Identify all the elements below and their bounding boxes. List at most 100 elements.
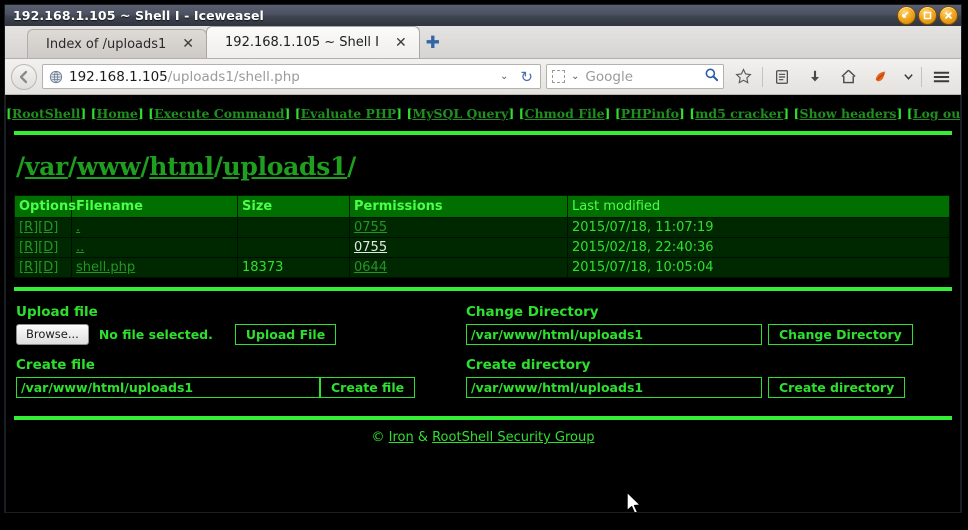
window-controls — [897, 6, 958, 25]
nav-link-execute-command[interactable]: Execute Command — [154, 106, 284, 121]
permissions-link[interactable]: 0755 — [354, 220, 387, 235]
nav-link-rootshell[interactable]: RootShell — [12, 106, 80, 121]
cell-options: [R][D] — [14, 237, 72, 258]
cell-last-modified: 2015/07/18, 10:05:04 — [567, 257, 950, 278]
navigation-toolbar: 192.168.1.105/uploads1/shell.php ⌄ ↻ ⌄ G… — [5, 59, 961, 95]
col-header-filename[interactable]: Filename — [71, 195, 238, 218]
file-list-body: [R][D]. 0755 2015/07/18, 11:07:19 [R][D].. 0… — [14, 217, 950, 278]
hamburger-menu-icon[interactable] — [927, 63, 955, 91]
bracket-close: ] — [284, 106, 291, 121]
bracket-close: ] — [604, 106, 611, 121]
nav-link-show-headers[interactable]: Show headers — [799, 106, 896, 121]
table-row: [R][D]. 0755 2015/07/18, 11:07:19 — [14, 217, 950, 238]
search-engine-dropdown-icon[interactable]: ⌄ — [568, 71, 582, 82]
create-directory-row: Create directory — [466, 377, 916, 398]
url-bar[interactable]: 192.168.1.105/uploads1/shell.php ⌄ ↻ — [42, 64, 541, 89]
create-directory-input[interactable] — [466, 377, 762, 398]
breadcrumb-link-var[interactable]: var — [25, 152, 68, 181]
toolbar-separator — [762, 66, 763, 87]
breadcrumb-link-uploads1[interactable]: uploads1 — [223, 152, 348, 181]
filename-link[interactable]: shell.php — [76, 260, 135, 275]
create-file-row: Create file — [16, 377, 466, 398]
nav-link-home[interactable]: Home — [97, 106, 138, 121]
nav-link-evaluate-php[interactable]: Evaluate PHP — [301, 106, 397, 121]
cell-permissions: 0755 — [349, 237, 568, 258]
cell-last-modified: 2015/02/18, 22:40:36 — [567, 237, 950, 258]
col-header-permissions[interactable]: Permissions — [349, 195, 568, 218]
row-options-link[interactable]: [R][D] — [19, 220, 58, 235]
col-header-size[interactable]: Size — [237, 195, 350, 218]
mouse-cursor — [626, 491, 642, 512]
create-file-label: Create file — [16, 357, 95, 373]
library-icon[interactable] — [768, 63, 796, 91]
row-options-link[interactable]: [R][D] — [19, 240, 58, 255]
upload-file-row: Browse... No file selected. Upload File — [16, 324, 466, 345]
url-dropdown-icon[interactable]: ⌄ — [497, 71, 511, 82]
search-icon[interactable] — [704, 67, 719, 86]
maximize-button[interactable] — [918, 6, 937, 25]
breadcrumb-separator: / — [140, 152, 150, 181]
table-row: [R][D] shell.php 18373 0644 2015/07/18, 10:0… — [14, 257, 950, 278]
search-engine-icon[interactable] — [552, 70, 565, 83]
breadcrumb-link-html[interactable]: html — [149, 152, 214, 181]
create-directory-label: Create directory — [466, 357, 591, 373]
home-icon[interactable] — [834, 63, 862, 91]
close-button[interactable] — [939, 6, 958, 25]
tab-close-icon[interactable]: ✕ — [180, 37, 196, 51]
nav-link-mysql-query[interactable]: MySQL Query — [412, 106, 508, 121]
tab-close-icon[interactable]: ✕ — [393, 36, 409, 50]
tab-index-of-uploads1[interactable]: Index of /uploads1 ✕ — [27, 29, 208, 58]
breadcrumb: /var/www/html/uploads1/ — [6, 136, 960, 195]
create-file-input[interactable] — [16, 377, 320, 398]
tab-label: 192.168.1.105 ~ Shell I — [225, 35, 379, 50]
form-column-left: Upload file Browse... No file selected. … — [16, 304, 466, 398]
bracket-close: ] — [80, 106, 87, 121]
search-bar[interactable]: ⌄ Google — [546, 64, 724, 89]
create-file-button[interactable]: Create file — [320, 377, 416, 398]
upload-file-button[interactable]: Upload File — [234, 324, 337, 345]
cell-size: 18373 — [237, 257, 350, 278]
copyright-symbol: © — [371, 430, 389, 445]
col-header-options[interactable]: Options — [14, 195, 76, 218]
nav-link-log-out[interactable]: Log out — [913, 106, 960, 121]
breadcrumb-separator: / — [16, 152, 25, 181]
change-directory-button[interactable]: Change Directory — [768, 324, 913, 345]
filename-link[interactable]: . — [76, 220, 80, 235]
back-button[interactable] — [11, 63, 37, 90]
bracket-close: ] — [508, 106, 515, 121]
toolbar-dropdown-icon[interactable] — [900, 63, 916, 91]
filename-link[interactable]: .. — [76, 240, 84, 255]
nav-link-phpinfo[interactable]: PHPinfo — [621, 106, 679, 121]
reload-icon[interactable]: ↻ — [517, 68, 536, 86]
cell-options: [R][D] — [14, 217, 72, 238]
tab-shell[interactable]: 192.168.1.105 ~ Shell I ✕ — [206, 26, 420, 58]
globe-favicon-icon — [49, 70, 63, 83]
breadcrumb-link-www[interactable]: www — [77, 152, 141, 181]
bracket-close: ] — [678, 106, 685, 121]
row-options-link[interactable]: [R][D] — [19, 260, 58, 275]
create-directory-button[interactable]: Create directory — [768, 377, 906, 398]
bookmark-star-icon[interactable] — [729, 63, 757, 91]
footer-author-link[interactable]: Iron — [389, 430, 414, 445]
search-input[interactable]: Google — [585, 69, 701, 85]
downloads-icon[interactable] — [801, 63, 829, 91]
cell-size — [237, 217, 350, 238]
permissions-link[interactable]: 0755 — [354, 240, 387, 255]
page-footer: © Iron & RootShell Security Group — [6, 421, 960, 445]
footer-ampersand: & — [413, 430, 433, 445]
tab-label: Index of /uploads1 — [46, 36, 167, 52]
permissions-link[interactable]: 0644 — [354, 260, 387, 275]
cell-filename: .. — [71, 237, 238, 258]
cell-options: [R][D] — [14, 257, 72, 278]
nav-link-md5-cracker[interactable]: md5 cracker — [695, 106, 783, 121]
footer-group-link[interactable]: RootShell Security Group — [432, 430, 594, 445]
col-header-last-modified[interactable]: Last modified — [567, 195, 950, 218]
cell-permissions: 0755 — [349, 217, 568, 238]
change-directory-input[interactable] — [466, 324, 762, 345]
nav-link-chmod-file[interactable]: Chmod File — [525, 106, 605, 121]
browse-button[interactable]: Browse... — [16, 324, 89, 345]
minimize-button[interactable] — [897, 6, 916, 25]
cell-last-modified: 2015/07/18, 11:07:19 — [567, 217, 950, 238]
new-tab-button[interactable]: ✚ — [419, 29, 447, 58]
iceweasel-logo-icon[interactable] — [867, 63, 895, 91]
